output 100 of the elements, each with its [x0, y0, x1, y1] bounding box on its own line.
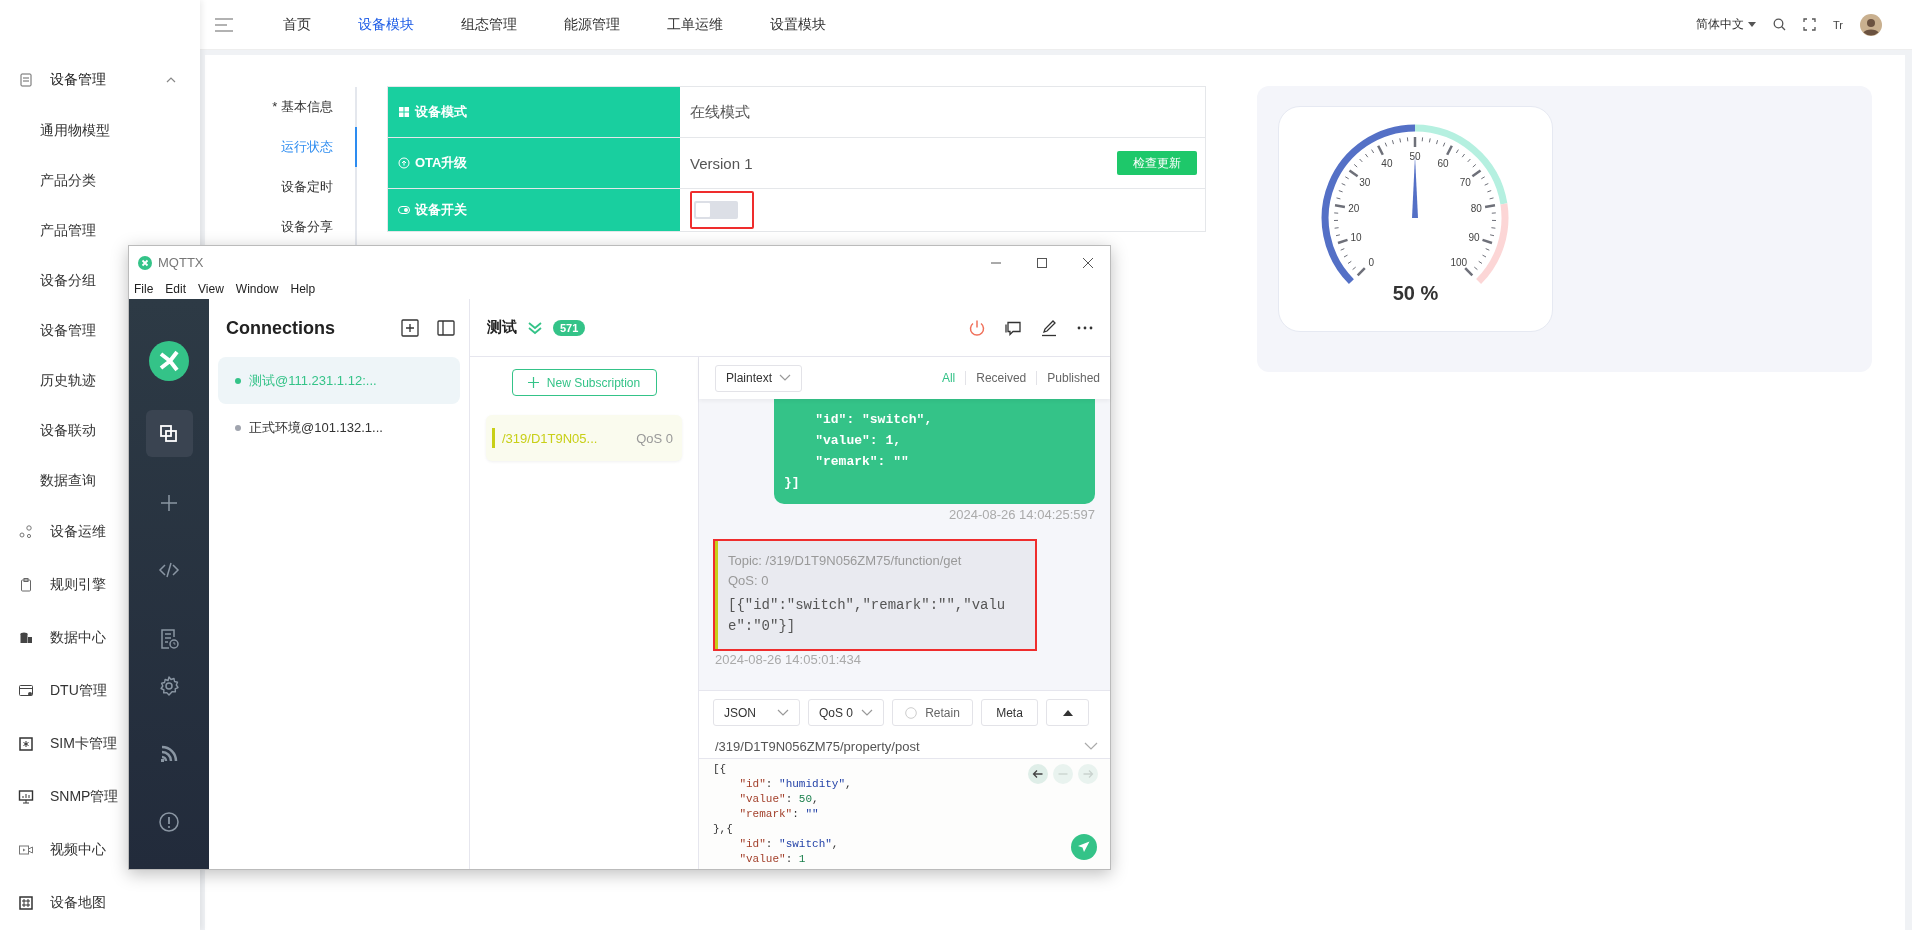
chevron-icon	[1084, 742, 1098, 750]
message-qos: QoS: 0	[728, 572, 770, 590]
menu-item[interactable]: View	[198, 282, 224, 296]
code-line: "id": "humidity",	[738, 777, 852, 792]
dots-icon	[18, 523, 34, 540]
gauge-scale-label: 20	[1348, 203, 1360, 215]
window-title: MQTTX	[158, 255, 204, 270]
property-value: Version 1	[690, 154, 753, 172]
message-count-badge: 571	[553, 319, 586, 336]
nav-tab[interactable]: 设置模块	[770, 15, 826, 34]
sidebar-item[interactable]: 设备管理	[0, 55, 200, 105]
plus-icon	[527, 377, 539, 388]
nav-tab[interactable]: 工单运维	[667, 15, 723, 34]
sidebar-label: 数据中心	[50, 628, 106, 647]
property-name: 设备开关	[415, 201, 467, 219]
sidebar-label: SNMP管理	[50, 787, 119, 806]
chevron-icon	[861, 708, 873, 717]
menu-item[interactable]: Window	[235, 282, 279, 296]
message-line: "value": 1,	[814, 432, 903, 450]
property-name: OTA升级	[415, 154, 468, 172]
sidebar-label: DTU管理	[50, 681, 107, 700]
detail-tab[interactable]: 运行状态	[205, 127, 357, 167]
topic-value: /319/D1T9N056ZM75/property/post	[715, 738, 920, 754]
code-line: },{	[713, 822, 733, 837]
nav-tab[interactable]: 设备模块	[358, 15, 414, 34]
language-selector[interactable]: 简体中文	[1696, 16, 1756, 33]
gauge-scale-label: 90	[1468, 232, 1480, 244]
font-size-button[interactable]: Tr	[1833, 18, 1843, 31]
select-value: JSON	[724, 705, 756, 720]
gauge-scale-label: 0	[1368, 256, 1374, 268]
chevron-icon	[777, 708, 789, 717]
log-icon	[158, 627, 180, 650]
code-line: "remark": ""	[738, 807, 819, 822]
power-icon[interactable]	[968, 318, 986, 337]
sidebar-item[interactable]: 设备运维	[0, 505, 110, 558]
sidebar-subitem[interactable]: 产品管理	[0, 205, 100, 255]
app-icon	[138, 255, 152, 270]
subscription-qos: QoS 0	[636, 430, 673, 446]
nav-rail-button[interactable]	[145, 410, 193, 457]
sidebar-subitem[interactable]: 设备联动	[0, 405, 100, 455]
property-value: 在线模式	[690, 102, 750, 122]
format-select[interactable]: Plaintext	[715, 364, 802, 392]
avatar-icon[interactable]	[1860, 13, 1882, 36]
sidebar-item[interactable]: DTU管理	[0, 664, 111, 717]
message-time: 2024-08-26 14:04:25:597	[948, 506, 1095, 524]
info-icon	[158, 810, 180, 833]
nav-tab[interactable]: 首页	[283, 15, 311, 34]
caret-icon	[1062, 709, 1073, 716]
sidebar-label: 视频中心	[50, 840, 106, 859]
message-line: "id": "switch",	[814, 411, 934, 429]
nav-tab[interactable]: 能源管理	[564, 15, 620, 34]
sidebar-item[interactable]: 视频中心	[0, 823, 110, 876]
menu-item[interactable]: Edit	[165, 282, 187, 296]
maximize-icon[interactable]	[1036, 256, 1048, 269]
connection-name: 正式环境@101.132.1...	[249, 418, 383, 437]
clipboard-icon	[18, 576, 34, 593]
close-icon[interactable]	[1082, 256, 1094, 269]
gauge-scale-label: 80	[1470, 203, 1482, 215]
filter-tab[interactable]: Received	[965, 371, 1037, 385]
detail-tab[interactable]: 设备分享	[205, 207, 357, 247]
menu-item[interactable]: File	[134, 282, 154, 296]
detail-tab[interactable]: 设备定时	[205, 167, 357, 207]
detail-tab[interactable]: * 基本信息	[205, 87, 357, 127]
select-field[interactable]: JSON	[713, 699, 800, 726]
caret-icon[interactable]	[166, 75, 176, 85]
add-icon[interactable]	[401, 319, 419, 337]
back-icon[interactable]	[1028, 764, 1048, 784]
expand-button[interactable]	[1046, 699, 1089, 726]
gauge-scale-label: 100	[1450, 256, 1468, 268]
connection-item[interactable]: 正式环境@101.132.1...	[218, 404, 460, 451]
sidebar-item[interactable]: 设备地图	[0, 876, 110, 929]
meta-button[interactable]: Meta	[981, 699, 1038, 726]
sidebar-item[interactable]: 数据中心	[0, 611, 110, 664]
retain-label: Retain	[925, 705, 960, 720]
retain-toggle[interactable]: Retain	[892, 699, 973, 726]
sidebar-subitem[interactable]: 产品分类	[0, 155, 100, 205]
settings-icon	[158, 674, 180, 697]
code-line: "value": 50,	[738, 792, 819, 807]
sidebar-subitem[interactable]: 通用物模型	[0, 105, 114, 155]
sidebar-subitem[interactable]: 设备管理	[0, 305, 100, 355]
search-icon[interactable]	[1773, 18, 1786, 31]
sidebar-item[interactable]: SNMP管理	[0, 770, 123, 823]
sidebar-subitem[interactable]: 设备分组	[0, 255, 100, 305]
sidebar-subitem[interactable]: 数据查询	[0, 455, 100, 505]
edit-icon[interactable]	[1040, 318, 1058, 337]
sidebar-subitem[interactable]: 历史轨迹	[0, 355, 100, 405]
menu-item[interactable]: Help	[290, 282, 316, 296]
sidebar-item[interactable]: 规则引擎	[0, 558, 110, 611]
monitor-icon	[18, 788, 34, 805]
toggle-switch[interactable]	[694, 201, 738, 219]
nav-tab[interactable]: 组态管理	[461, 15, 517, 34]
select-field[interactable]: QoS 0	[808, 699, 884, 726]
panel-title: Connections	[226, 317, 335, 339]
gauge-scale-label: 70	[1459, 176, 1471, 188]
sidebar-toggle-icon[interactable]	[437, 319, 455, 337]
sidebar-item[interactable]: SIM卡管理	[0, 717, 121, 770]
sidebar-label: 设备运维	[50, 522, 106, 541]
connection-title: 测试	[487, 318, 517, 337]
filter-tab[interactable]: Published	[1036, 371, 1110, 385]
fullscreen-icon[interactable]	[1803, 18, 1816, 31]
